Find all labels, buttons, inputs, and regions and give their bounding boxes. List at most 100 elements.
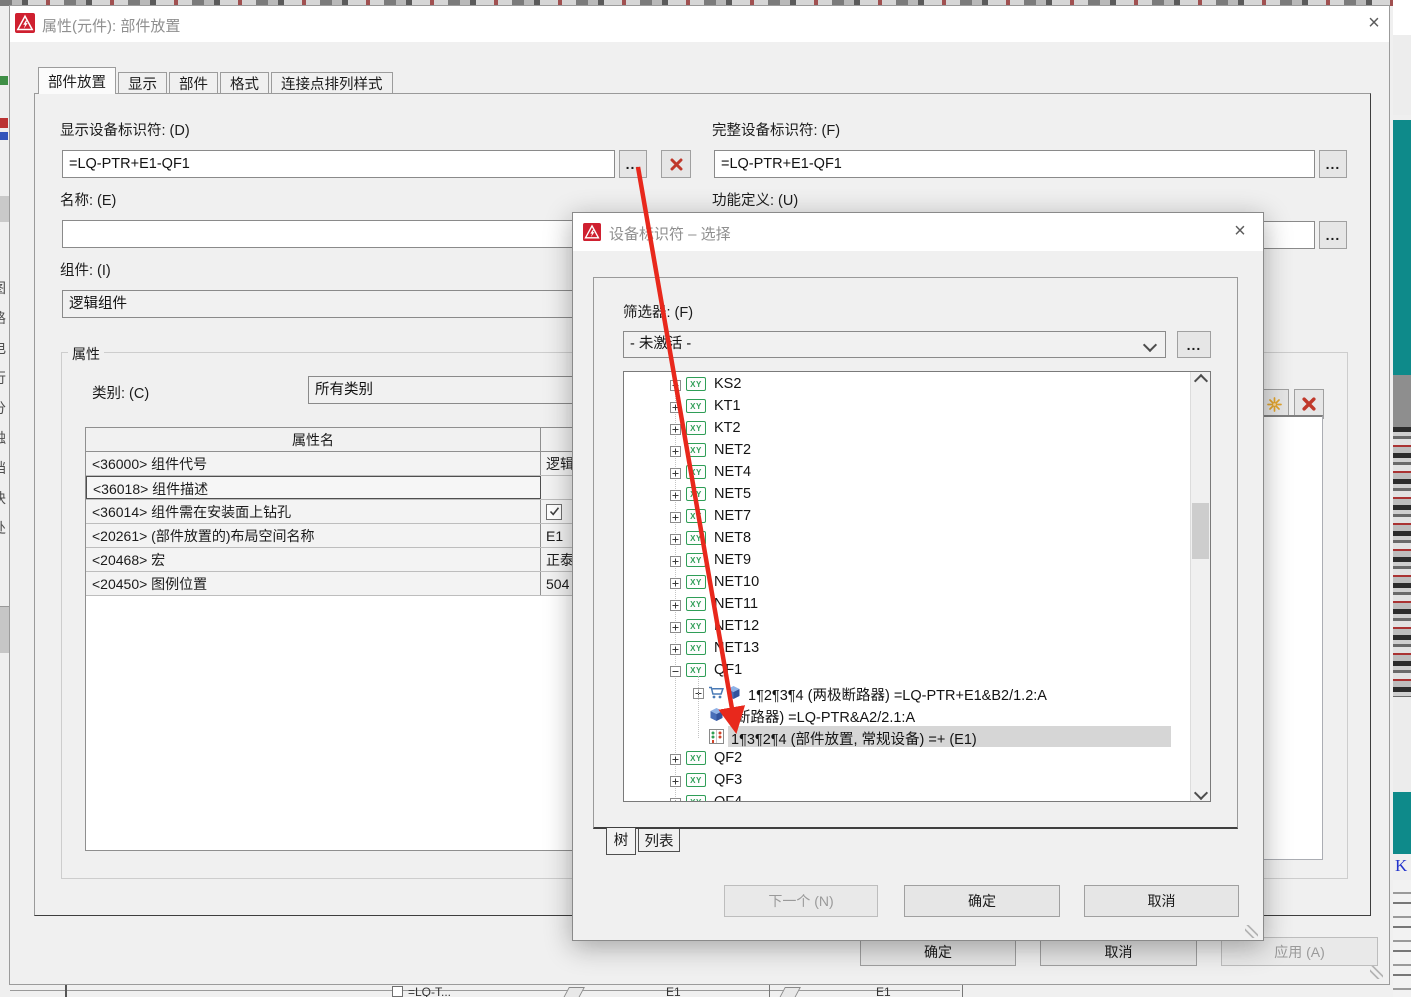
expand-icon[interactable]	[670, 555, 681, 566]
tree-item[interactable]: XYKS2	[624, 374, 1171, 396]
full-dt-browse-button[interactable]: ...	[1319, 150, 1347, 178]
tree-item[interactable]: XYNET12	[624, 616, 1171, 638]
tree-item[interactable]: XYQF4	[624, 792, 1171, 802]
tree-item[interactable]: (断路器) =LQ-PTR&A2/2.1:A	[624, 704, 1171, 726]
property-name-cell[interactable]: <20261> (部件放置的)布局空间名称	[86, 524, 541, 547]
resize-grip[interactable]	[1370, 966, 1383, 979]
display-dt-input[interactable]	[62, 150, 615, 178]
close-icon[interactable]: ×	[1229, 221, 1251, 243]
tree-item[interactable]: XYQF1	[624, 660, 1171, 682]
property-name-cell[interactable]: <20450> 图例位置	[86, 572, 541, 595]
scrollbar-thumb[interactable]	[1192, 503, 1209, 559]
tree-item[interactable]: XYNET5	[624, 484, 1171, 506]
expand-icon[interactable]	[670, 423, 681, 434]
tab-格式[interactable]: 格式	[220, 72, 269, 94]
tree-item[interactable]: XYKT2	[624, 418, 1171, 440]
view-tab-list[interactable]: 列表	[638, 829, 680, 852]
background-checkbox-fragment	[392, 986, 403, 997]
expand-icon[interactable]	[670, 643, 681, 654]
expand-icon[interactable]	[670, 401, 681, 412]
tree-item-label: QF2	[714, 750, 742, 766]
expand-icon[interactable]	[670, 533, 681, 544]
cancel-button[interactable]: 取消	[1084, 885, 1239, 917]
tree-item[interactable]: XYNET13	[624, 638, 1171, 660]
full-dt-field[interactable]: =LQ-PTR+E1-QF1	[714, 150, 1315, 178]
expand-icon[interactable]	[670, 489, 681, 500]
tree-item[interactable]: XYNET8	[624, 528, 1171, 550]
expand-icon[interactable]	[670, 599, 681, 610]
property-name-cell[interactable]: <36000> 组件代号	[86, 452, 541, 475]
tree-item[interactable]: XYNET4	[624, 462, 1171, 484]
display-dt-label: 显示设备标识符: (D)	[60, 119, 190, 140]
expand-icon[interactable]	[670, 577, 681, 588]
filter-browse-button[interactable]: ...	[1177, 331, 1211, 358]
box-icon	[709, 707, 724, 726]
tree-item[interactable]: XYKT1	[624, 396, 1171, 418]
tree-item[interactable]: XYNET11	[624, 594, 1171, 616]
xy-icon: XY	[686, 553, 706, 567]
background-app-right-sliver: K	[1393, 0, 1411, 997]
cancel-button[interactable]: 取消	[1040, 937, 1197, 966]
property-name-cell[interactable]: <20468> 宏	[86, 548, 541, 571]
apply-button[interactable]: 应用 (A)	[1221, 937, 1378, 966]
expand-icon[interactable]	[670, 775, 681, 786]
expand-icon[interactable]	[670, 621, 681, 632]
background-icon-fragment	[0, 118, 8, 128]
tab-连接点排列样式[interactable]: 连接点排列样式	[271, 72, 393, 94]
device-tree[interactable]: XYKS2XYKT1XYKT2XYNET2XYNET4XYNET5XYNET7X…	[623, 371, 1211, 802]
tree-item[interactable]: XY NET2	[624, 440, 1171, 462]
background-cell-text: E1	[876, 985, 891, 997]
property-name-header[interactable]: 属性名	[86, 428, 541, 451]
expand-icon[interactable]	[670, 753, 681, 764]
tab-部件放置[interactable]: 部件放置	[38, 67, 116, 94]
view-tab-label: 列表	[645, 830, 674, 851]
view-tab-tree[interactable]: 树	[606, 828, 636, 855]
function-def-browse-button[interactable]: ...	[1319, 221, 1347, 249]
background-clipped-char: 路	[0, 308, 8, 328]
row-checkbox[interactable]	[546, 504, 562, 520]
scroll-down-button[interactable]	[1191, 784, 1210, 801]
tree-item[interactable]: XYNET7	[624, 506, 1171, 528]
background-icon-fragment	[0, 76, 8, 85]
property-name-cell[interactable]: <36014> 组件需在安装面上钻孔	[86, 500, 541, 523]
filter-combo[interactable]: - 未激活 -	[623, 331, 1166, 358]
resize-grip[interactable]	[1245, 925, 1258, 938]
tree-item-label: NET2	[714, 442, 751, 458]
category-label: 类别: (C)	[92, 382, 149, 403]
component-combo[interactable]: 逻辑组件	[62, 290, 615, 318]
expand-icon[interactable]	[670, 445, 681, 456]
selection-dialog-titlebar[interactable]: 设备标识符 – 选择 ×	[573, 213, 1263, 251]
tree-item[interactable]: XYNET9	[624, 550, 1171, 572]
background-divider	[962, 985, 963, 997]
tab-显示[interactable]: 显示	[118, 72, 167, 94]
property-name-cell[interactable]: <36018> 组件描述	[86, 476, 541, 499]
scroll-up-button[interactable]	[1191, 372, 1210, 389]
xy-icon: XY	[686, 443, 706, 457]
close-icon[interactable]: ×	[1363, 13, 1385, 35]
expand-icon[interactable]	[670, 467, 681, 478]
tree-item[interactable]: 1¶3¶2¶4 (部件放置, 常规设备) =+ (E1)	[624, 726, 1171, 748]
expand-icon[interactable]	[670, 511, 681, 522]
tree-item[interactable]: XY QF2	[624, 748, 1171, 770]
display-dt-delete-button[interactable]	[661, 150, 691, 178]
star-icon	[1267, 397, 1282, 412]
tree-item-label: 1¶3¶2¶4 (部件放置, 常规设备) =+ (E1)	[731, 728, 977, 749]
tree-item[interactable]: XYQF3	[624, 770, 1171, 792]
xy-icon: XY	[686, 399, 706, 413]
expand-icon[interactable]	[670, 797, 681, 802]
xy-icon: XY	[686, 751, 706, 765]
tree-scrollbar[interactable]	[1190, 372, 1210, 801]
ok-button[interactable]: 确定	[860, 937, 1016, 966]
tree-item-label: NET13	[714, 640, 759, 656]
collapse-icon[interactable]	[670, 665, 681, 676]
next-button[interactable]: 下一个 (N)	[724, 885, 878, 917]
tree-item[interactable]: XYNET10	[624, 572, 1171, 594]
xy-icon: XY	[686, 421, 706, 435]
properties-dialog-titlebar[interactable]: 属性(元件): 部件放置 ×	[10, 6, 1389, 42]
ok-button[interactable]: 确定	[904, 885, 1060, 917]
tab-部件[interactable]: 部件	[169, 72, 218, 94]
tree-item[interactable]: 1¶2¶3¶4 (两极断路器) =LQ-PTR+E1&B2/1.2:A	[624, 682, 1171, 704]
expand-icon[interactable]	[670, 379, 681, 390]
name-input[interactable]	[62, 220, 615, 248]
display-dt-browse-button[interactable]: ...	[619, 150, 647, 178]
